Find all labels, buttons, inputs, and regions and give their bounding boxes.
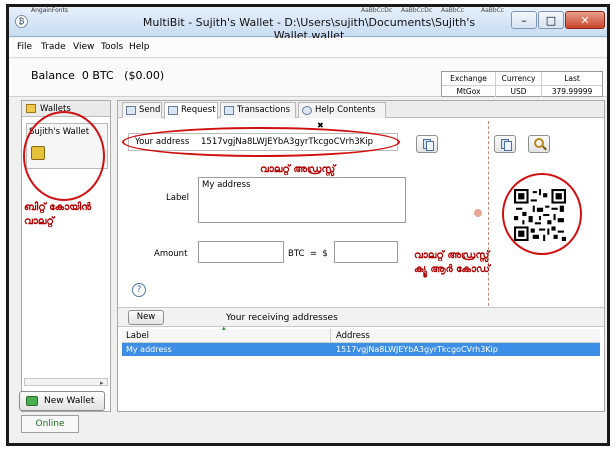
tab-send-label: Send <box>139 105 161 115</box>
ticker-header-currency: Currency <box>496 72 542 85</box>
main-panel: Send Request Transactions Help Contents … <box>117 100 605 412</box>
new-wallet-label: New Wallet <box>44 396 95 406</box>
tab-send[interactable]: Send <box>122 102 162 118</box>
ticker-exchange-value: MtGox <box>442 85 496 97</box>
usd-amount-input[interactable] <box>334 241 398 263</box>
wallet-icon <box>26 104 36 113</box>
receiving-addresses-title: Your receiving addresses <box>226 313 338 323</box>
magnifier-handle <box>542 145 547 151</box>
ticker-header-exchange: Exchange <box>442 72 496 85</box>
tab-transactions[interactable]: Transactions <box>220 102 296 118</box>
tab-request-label: Request <box>181 105 216 115</box>
row-address: 1517vgjNa8LWJEYbA3gyrTkcgoCVrh3Kip <box>336 345 498 354</box>
receiving-addresses-bar: New Your receiving addresses <box>118 307 604 327</box>
menu-help[interactable]: Help <box>129 42 150 52</box>
ticker-header-last: Last <box>564 74 580 83</box>
balance-bar: Balance 0 BTC ($0.00) Exchange Currency … <box>9 59 607 97</box>
help-icon <box>302 106 312 115</box>
menu-view[interactable]: View <box>73 42 94 52</box>
send-icon <box>126 106 136 115</box>
panel-divider[interactable] <box>488 121 489 321</box>
new-address-button[interactable]: New <box>128 310 164 325</box>
copy-qr-button[interactable] <box>494 135 516 153</box>
new-wallet-icon <box>26 396 38 406</box>
background-document-text: AngainFonts <box>31 7 69 14</box>
scroll-right-icon[interactable]: ▸ <box>100 379 104 387</box>
annotation-line: ബിറ്റ് കോയിൻ <box>24 202 92 213</box>
annotation-line: ക്യൂ ആർ കോഡ് <box>414 264 490 275</box>
copy-icon <box>504 141 512 151</box>
address-highlight-ellipse <box>122 127 400 157</box>
ticker-currency-value: USD <box>496 85 542 97</box>
menu-tools[interactable]: Tools <box>101 42 123 52</box>
background-style-tab: AaBbCcDc <box>361 7 393 13</box>
multibit-app-icon: ₿ <box>15 15 28 28</box>
table-row[interactable]: My address 1517vgjNa8LWJEYbA3gyrTkcgoCVr… <box>122 343 600 356</box>
qr-highlight-ellipse <box>502 173 582 255</box>
column-header-label[interactable]: Label <box>126 331 149 341</box>
request-icon <box>168 106 178 115</box>
column-separator[interactable] <box>330 329 331 343</box>
addresses-table-header: Label Address ▴ <box>122 324 600 343</box>
menu-bar: File Trade View Tools Help <box>9 38 607 58</box>
menu-file[interactable]: File <box>17 42 32 52</box>
divider-handle-icon[interactable] <box>474 209 482 217</box>
tab-bar: Send Request Transactions Help Contents … <box>118 101 604 130</box>
annotation-line: വാലറ്റ് <box>24 216 54 227</box>
row-label: My address <box>126 345 172 354</box>
tab-transactions-label: Transactions <box>237 105 291 115</box>
annotation-line: വാലറ്റ് അഡ്രസ്സ് <box>260 164 336 175</box>
exchange-ticker: Exchange Currency Last MtGox USD 379.999… <box>441 71 603 97</box>
sidebar-horizontal-scrollbar[interactable] <box>24 378 108 386</box>
minimize-icon: – <box>521 14 527 27</box>
label-field-label: Label <box>166 193 189 203</box>
status-bar: Online <box>21 415 605 433</box>
tab-request[interactable]: Request <box>164 102 218 119</box>
amount-label: Amount <box>154 249 188 259</box>
balance-text: Balance 0 BTC ($0.00) <box>31 69 165 82</box>
tab-help-contents[interactable]: Help Contents ✖ <box>298 102 386 130</box>
wallet-annotation-text: ബിറ്റ് കോയിൻ വാലറ്റ് <box>24 201 110 229</box>
label-textarea[interactable]: My address <box>198 177 406 223</box>
new-wallet-button[interactable]: New Wallet <box>19 391 105 411</box>
close-button[interactable]: ✕ <box>565 11 605 29</box>
btc-amount-input[interactable] <box>198 241 284 263</box>
close-icon: ✕ <box>580 14 590 27</box>
maximize-button[interactable]: □ <box>538 11 564 29</box>
background-style-tab: AaBbCc <box>441 7 465 13</box>
qr-annotation-text: വാലറ്റ് അഡ്രസ്സ് ക്യൂ ആർ കോഡ് <box>414 249 534 277</box>
btc-equals-label: BTC = $ <box>288 249 328 259</box>
minimize-button[interactable]: – <box>511 11 537 29</box>
copy-address-button[interactable] <box>416 135 438 153</box>
menu-trade[interactable]: Trade <box>41 42 66 52</box>
zoom-qr-button[interactable] <box>528 135 550 153</box>
copy-icon <box>426 141 434 151</box>
maximize-icon: □ <box>545 14 557 27</box>
label-textarea-value: My address <box>202 180 251 190</box>
online-status: Online <box>21 415 79 433</box>
tab-help-contents-label: Help Contents <box>315 105 376 115</box>
wallet-highlight-ellipse <box>23 111 105 201</box>
ticker-last-value: 379.99999 <box>542 85 602 97</box>
column-header-address[interactable]: Address <box>336 331 370 341</box>
sort-indicator-icon: ▴ <box>222 324 226 332</box>
app-window: ₿ AngainFonts MultiBit - Sujith's Wallet… <box>6 4 610 446</box>
annotation-line: വാലറ്റ് അഡ്രസ്സ് <box>414 250 490 261</box>
title-bar: ₿ AngainFonts MultiBit - Sujith's Wallet… <box>9 7 607 42</box>
transactions-icon <box>224 106 234 115</box>
background-style-tab: AaBbCcDc <box>401 7 433 13</box>
help-button[interactable]: ? <box>132 283 146 297</box>
